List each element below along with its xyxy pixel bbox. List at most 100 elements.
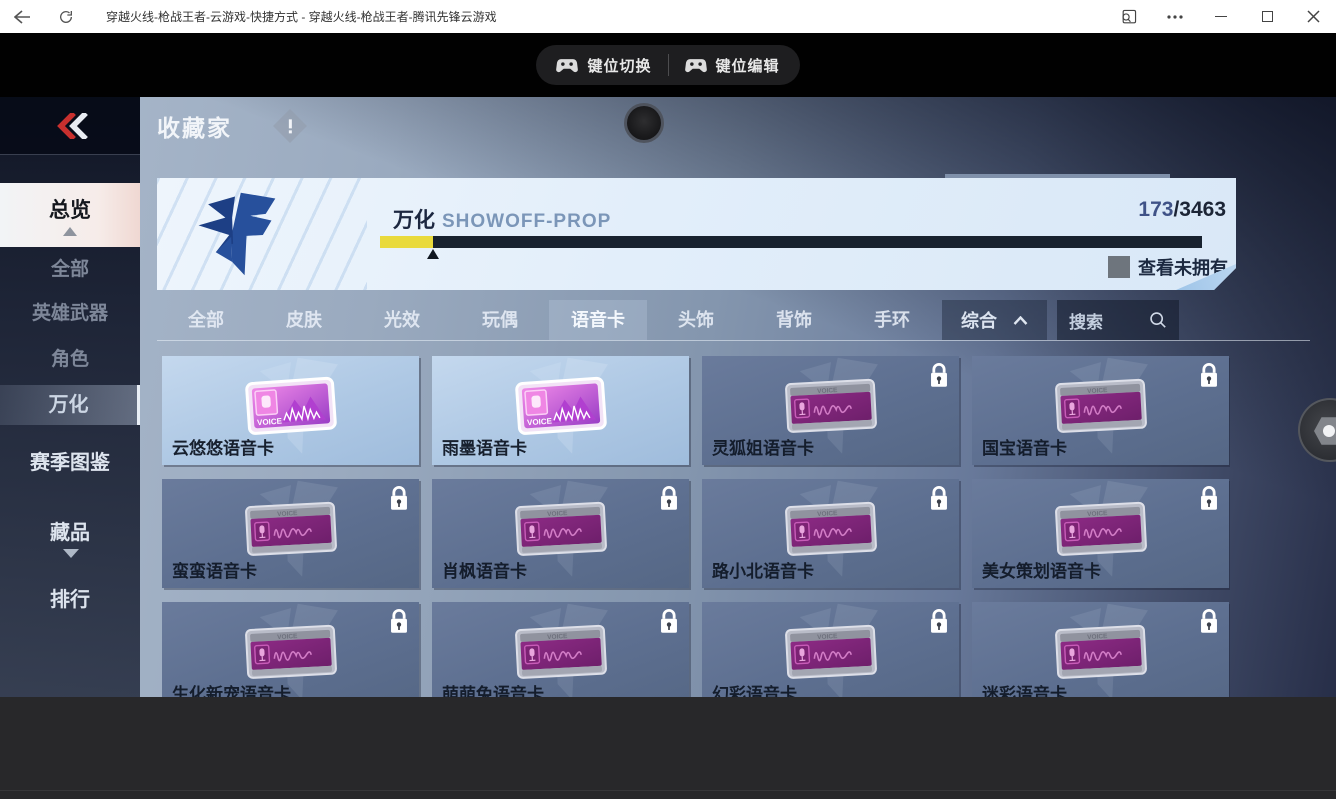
card-name: 美女策划语音卡 — [982, 562, 1101, 581]
svg-text:VOICE: VOICE — [256, 416, 282, 427]
lock-icon — [1201, 486, 1217, 510]
collection-card[interactable]: VOICE 路小北语音卡 — [702, 479, 959, 588]
svg-text:VOICE: VOICE — [526, 416, 552, 427]
search-box[interactable]: 搜索 — [1057, 300, 1179, 340]
card-name: 国宝语音卡 — [982, 439, 1067, 458]
tab-voice-cards[interactable]: 语音卡 — [549, 300, 647, 340]
hexagon-nut-icon — [1314, 417, 1336, 445]
command-bar: 键位切换 键位编辑 — [0, 33, 1336, 97]
pill-divider — [667, 54, 669, 76]
card-name: 云悠悠语音卡 — [172, 439, 274, 458]
svg-text:VOICE: VOICE — [817, 632, 838, 640]
collection-banner: 万化 SHOWOFF-PROP 173/3463 查看未拥有 — [157, 178, 1236, 290]
search-label: 搜索 — [1069, 312, 1103, 332]
sidebar-item-showoff[interactable]: 万化 — [0, 385, 140, 425]
maximize-button[interactable] — [1244, 0, 1290, 33]
refresh-icon — [60, 10, 72, 23]
sort-label: 综合 — [961, 311, 997, 331]
svg-text:VOICE: VOICE — [1087, 509, 1108, 517]
show-unowned-toggle[interactable]: 查看未拥有 — [1108, 254, 1228, 280]
svg-text:VOICE: VOICE — [277, 632, 298, 640]
collection-card[interactable]: VOICE 云悠悠语音卡 — [162, 356, 419, 465]
sort-dropdown[interactable]: 综合 — [942, 300, 1047, 340]
close-button[interactable] — [1290, 0, 1336, 33]
collection-card[interactable]: VOICE 蛮蛮语音卡 — [162, 479, 419, 588]
app-window: 穿越火线-枪战王者-云游戏-快捷方式 - 穿越火线-枪战王者-腾讯先锋云游戏 键… — [0, 0, 1336, 799]
search-icon — [1150, 312, 1166, 328]
count-current: 173 — [1138, 198, 1174, 221]
sidebar-item-ranking[interactable]: 排行 — [0, 578, 140, 622]
sidebar-item-all[interactable]: 全部 — [0, 248, 140, 292]
floating-assistant-button[interactable] — [1298, 398, 1336, 462]
bottom-band — [0, 697, 1336, 799]
key-switch-label: 键位切换 — [587, 57, 652, 75]
page-header: 收藏家 — [140, 97, 1336, 155]
screen-search-button[interactable] — [1106, 0, 1152, 33]
game-viewport: 总览 全部 英雄武器 角色 万化 赛季图鉴 藏品 排行 收藏家 万化 SHOWO… — [0, 97, 1336, 697]
collection-card[interactable]: VOICE 生化新宠语音卡 — [162, 602, 419, 697]
tab-all[interactable]: 全部 — [157, 300, 255, 340]
collection-card[interactable]: VOICE 雨墨语音卡 — [432, 356, 689, 465]
collapse-sidebar-button[interactable] — [0, 97, 140, 155]
voice-card-icon: VOICE — [514, 376, 607, 435]
window-title: 穿越火线-枪战王者-云游戏-快捷方式 - 穿越火线-枪战王者-腾讯先锋云游戏 — [106, 10, 497, 24]
lock-icon — [1201, 609, 1217, 633]
sidebar: 总览 全部 英雄武器 角色 万化 赛季图鉴 藏品 排行 — [0, 97, 140, 697]
tab-headwear[interactable]: 头饰 — [647, 300, 745, 340]
tab-dolls[interactable]: 玩偶 — [451, 300, 549, 340]
card-name: 幻彩语音卡 — [712, 685, 797, 697]
window-titlebar: 穿越火线-枪战王者-云游戏-快捷方式 - 穿越火线-枪战王者-腾讯先锋云游戏 — [0, 0, 1336, 33]
lock-icon — [391, 486, 407, 510]
scrollbar-strip[interactable] — [945, 174, 1170, 178]
ellipsis-icon — [1167, 14, 1183, 19]
back-button[interactable] — [0, 0, 44, 33]
key-edit-button[interactable]: 键位编辑 — [684, 55, 780, 76]
card-name: 路小北语音卡 — [712, 562, 814, 581]
collection-progress-bar — [380, 236, 1202, 248]
sidebar-item-overview[interactable]: 总览 — [0, 183, 140, 247]
voice-card-icon: VOICE — [1054, 501, 1147, 556]
unowned-checkbox[interactable] — [1108, 256, 1130, 278]
collection-card[interactable]: VOICE 迷彩语音卡 — [972, 602, 1229, 697]
more-button[interactable] — [1152, 0, 1198, 33]
voice-card-icon: VOICE — [1054, 378, 1147, 433]
close-icon — [1306, 10, 1320, 23]
collection-card[interactable]: VOICE 萌萌兔语音卡 — [432, 602, 689, 697]
svg-text:VOICE: VOICE — [547, 632, 568, 640]
count-total: 3463 — [1179, 198, 1226, 221]
tab-bar: 全部 皮肤 光效 玩偶 语音卡 头饰 背饰 手环 综合 搜索 — [157, 300, 1310, 341]
minimize-button[interactable] — [1198, 0, 1244, 33]
voice-card-icon: VOICE — [784, 378, 877, 433]
refresh-button[interactable] — [44, 0, 88, 33]
collection-card[interactable]: VOICE 国宝语音卡 — [972, 356, 1229, 465]
svg-text:VOICE: VOICE — [817, 386, 838, 394]
banner-title: 万化 SHOWOFF-PROP — [393, 204, 611, 234]
lock-icon — [391, 609, 407, 633]
voice-card-icon: VOICE — [244, 501, 337, 556]
card-name: 迷彩语音卡 — [982, 685, 1067, 697]
collection-card[interactable]: VOICE 幻彩语音卡 — [702, 602, 959, 697]
svg-text:VOICE: VOICE — [547, 509, 568, 517]
sidebar-item-season-gallery[interactable]: 赛季图鉴 — [0, 441, 140, 485]
floating-control-dot[interactable] — [624, 103, 664, 143]
banner-category: 万化 — [393, 209, 435, 232]
progress-marker[interactable] — [427, 249, 439, 259]
collection-card[interactable]: VOICE 灵狐姐语音卡 — [702, 356, 959, 465]
cf-logo — [187, 188, 283, 280]
key-edit-label: 键位编辑 — [715, 57, 780, 75]
sidebar-item-hero-weapons[interactable]: 英雄武器 — [0, 292, 140, 336]
unowned-label: 查看未拥有 — [1138, 258, 1228, 278]
collection-card[interactable]: VOICE 美女策划语音卡 — [972, 479, 1229, 588]
tab-skins[interactable]: 皮肤 — [255, 300, 353, 340]
tab-bracelets[interactable]: 手环 — [843, 300, 941, 340]
tab-back-accessories[interactable]: 背饰 — [745, 300, 843, 340]
voice-card-icon: VOICE — [514, 624, 607, 679]
sidebar-item-characters[interactable]: 角色 — [0, 338, 140, 382]
tab-light-effects[interactable]: 光效 — [353, 300, 451, 340]
collection-card[interactable]: VOICE 肖枫语音卡 — [432, 479, 689, 588]
alert-diamond-icon[interactable] — [273, 109, 307, 143]
progress-fill — [380, 236, 433, 248]
card-name: 生化新宠语音卡 — [172, 685, 291, 697]
key-switch-button[interactable]: 键位切换 — [556, 55, 651, 76]
voice-card-icon: VOICE — [784, 624, 877, 679]
